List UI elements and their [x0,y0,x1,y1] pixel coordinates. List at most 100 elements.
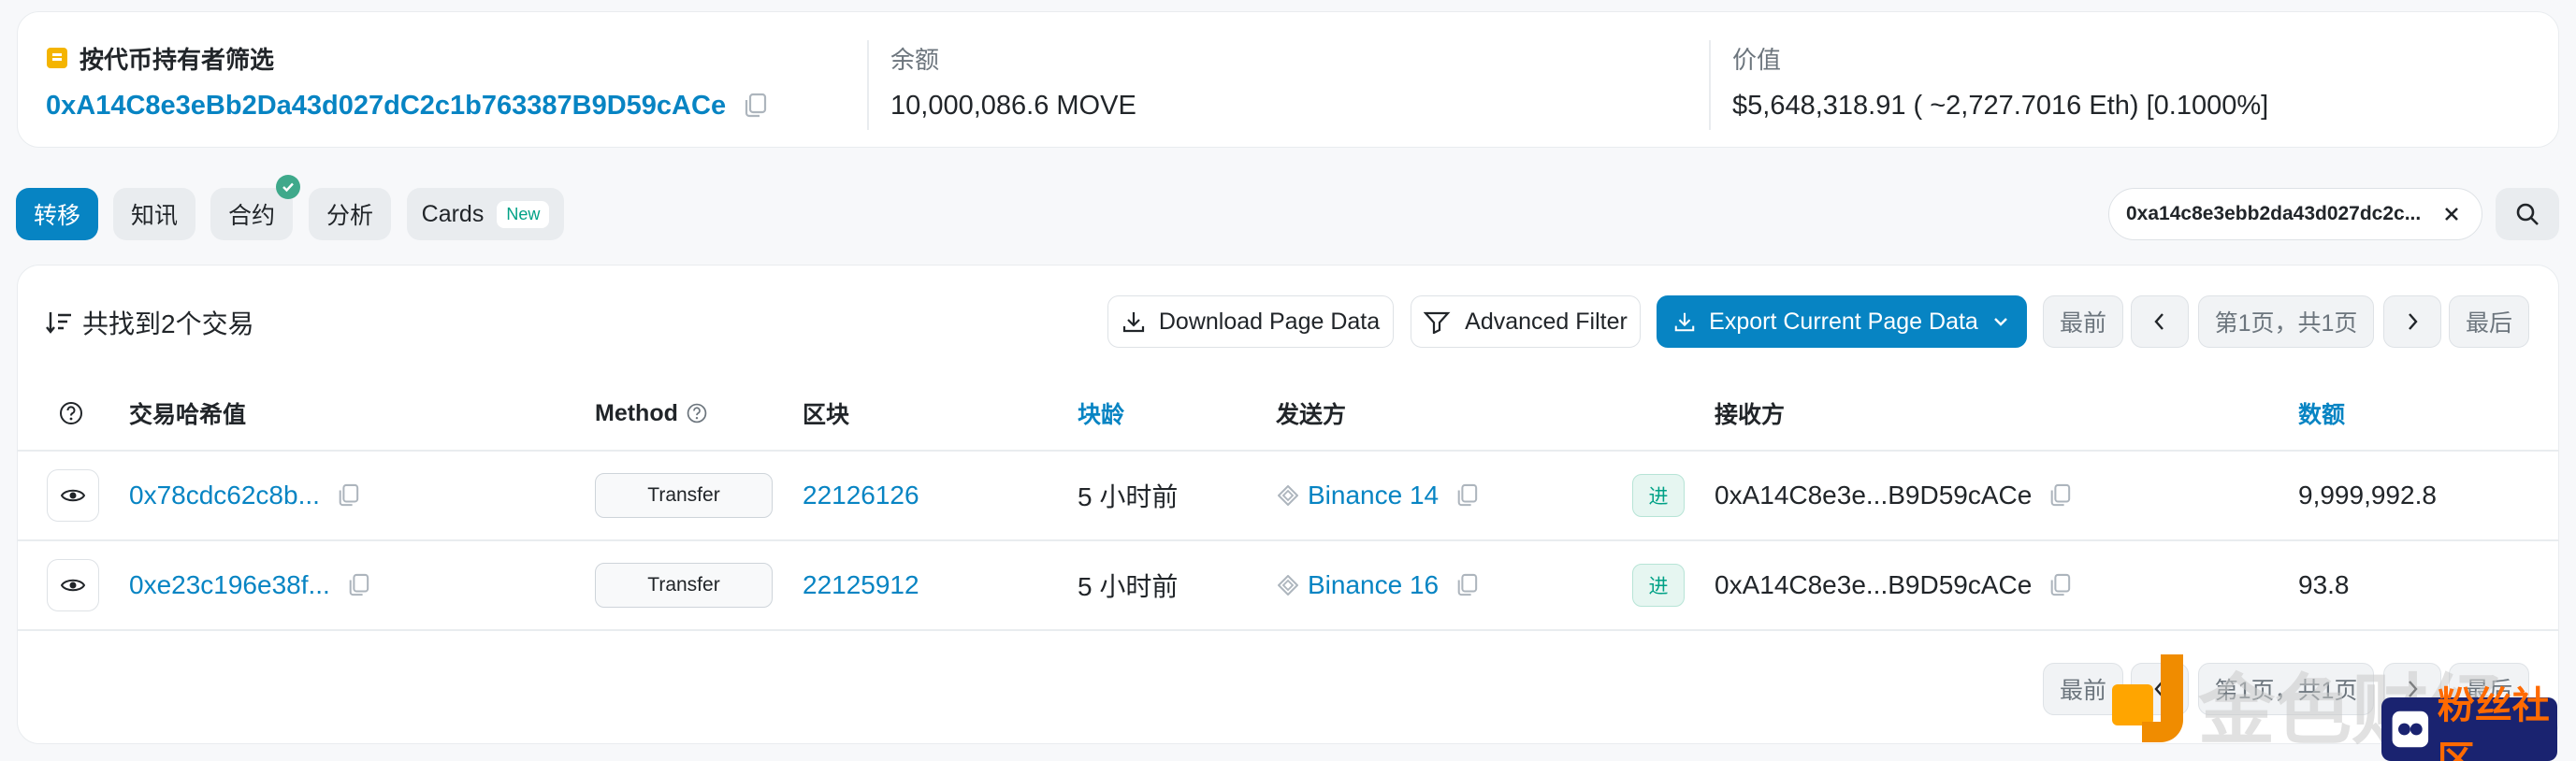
copy-icon[interactable] [337,483,359,508]
contract-icon [1278,485,1298,506]
tab-label: 转移 [33,203,80,229]
column-header-amount[interactable]: 数额 [2298,397,2345,429]
from-cell: Binance 16 [1278,567,1478,604]
from-link[interactable]: Binance 14 [1308,481,1439,510]
tab-info[interactable]: 知讯 [113,188,195,240]
first-label: 最前 [2059,310,2106,337]
eye-icon [61,577,85,594]
first-page-button[interactable]: 最前 [2043,295,2123,348]
amount-cell: 9,999,992.8 [2298,481,2437,510]
download-page-data-button[interactable]: Download Page Data [1107,295,1394,348]
watermark: 金色财经 粉丝社区 [2105,643,2576,761]
close-icon[interactable] [2431,194,2472,235]
help-icon [58,400,84,426]
copy-icon[interactable] [347,573,369,597]
holder-filter-section: 按代币持有者筛选 0xA14C8e3eBb2Da43d027dC2c1b7633… [46,40,767,124]
last-label: 最后 [2465,310,2512,337]
copy-icon[interactable] [743,93,767,119]
age-cell: 5 小时前 [1078,572,1179,601]
age-cell: 5 小时前 [1078,482,1179,511]
filter-icon [1424,309,1452,334]
from-cell: Binance 14 [1278,477,1478,514]
divider [18,629,2558,631]
new-badge: New [497,200,550,228]
column-header-method-label: Method [595,399,678,426]
holder-address-row: 0xA14C8e3eBb2Da43d027dC2c1b763387B9D59cA… [46,87,767,124]
table-row-hash: 0x78cdc62c8b... [129,477,359,514]
balance-label: 余额 [890,45,940,74]
help-icon-header[interactable] [58,397,84,429]
column-header-age[interactable]: 块龄 [1078,397,1124,429]
download-label: Download Page Data [1158,308,1381,335]
to-cell: 0xA14C8e3e...B9D59cACe [1715,567,2071,604]
column-header-method: Method [595,397,708,429]
divider [1709,40,1711,130]
tx-hash-link[interactable]: 0xe23c196e38f... [129,570,330,600]
to-cell: 0xA14C8e3e...B9D59cACe [1715,477,2071,514]
block-link[interactable]: 22126126 [803,477,919,514]
token-holder-summary: 按代币持有者筛选 0xA14C8e3eBb2Da43d027dC2c1b7633… [17,11,2559,148]
tab-cards[interactable]: Cards New [407,188,564,240]
advanced-filter-button[interactable]: Advanced Filter [1411,295,1641,348]
download-icon [1673,310,1696,333]
tab-transfers[interactable]: 转移 [16,188,98,240]
tab-analytics[interactable]: 分析 [309,188,391,240]
token-icon [46,47,68,69]
export-page-data-button[interactable]: Export Current Page Data [1657,295,2027,348]
view-details-button[interactable] [47,559,99,611]
holder-filter-label: 按代币持有者筛选 [80,45,275,74]
column-header-block: 区块 [803,402,850,428]
chevron-right-icon [2404,311,2421,332]
search-icon [2515,202,2540,226]
to-address: 0xA14C8e3e...B9D59cACe [1715,570,2033,599]
copy-icon[interactable] [2048,483,2071,508]
direction-in-badge: 进 [1632,474,1685,517]
tab-label: 知讯 [130,203,178,229]
direction-in-badge: 进 [1632,564,1685,607]
view-details-button[interactable] [47,469,99,522]
sort-icon[interactable] [45,309,73,336]
tab-label: 合约 [227,203,275,229]
tab-label: Cards [421,200,485,227]
holder-address-link[interactable]: 0xA14C8e3eBb2Da43d027dC2c1b763387B9D59cA… [46,91,726,122]
copy-icon[interactable] [1455,483,1478,508]
fan-community-icon [2392,711,2429,748]
tab-contract[interactable]: 合约 [210,175,300,240]
export-label: Export Current Page Data [1709,308,1978,335]
contract-icon [1278,575,1298,596]
divider [867,40,869,130]
address-filter-text: 0xa14c8e3ebb2da43d027dc2c... [2126,203,2422,224]
download-icon [1122,309,1146,334]
last-page-button[interactable]: 最后 [2449,295,2529,348]
table-row-hash: 0xe23c196e38f... [129,567,369,604]
copy-icon[interactable] [1455,573,1478,597]
watermark-badge: 粉丝社区 [2381,684,2557,761]
block-link[interactable]: 22125912 [803,567,919,604]
next-page-button[interactable] [2383,295,2441,348]
page-indicator: 第1页，共1页 [2198,295,2374,348]
tab-label: 分析 [326,203,373,229]
method-badge: Transfer [595,473,773,518]
value-section: 价值 $5,648,318.91 ( ~2,727.7016 Eth) [0.1… [1732,40,2268,124]
help-icon[interactable] [686,402,708,424]
filter-label: Advanced Filter [1465,308,1628,335]
balance-section: 余额 10,000,086.6 MOVE [890,40,1136,124]
check-icon [276,175,300,199]
value-label: 价值 [1732,45,1782,74]
amount-cell: 93.8 [2298,570,2350,599]
divider [18,539,2558,541]
column-header-to: 接收方 [1715,402,1786,428]
page-label: 第1页，共1页 [2214,310,2358,337]
chevron-left-icon [2151,311,2168,332]
search-button[interactable] [2496,188,2559,240]
watermark-badge-text: 粉丝社区 [2437,684,2550,761]
from-link[interactable]: Binance 16 [1308,570,1439,600]
found-text: 共找到2个交易 [82,309,254,338]
copy-icon[interactable] [2048,573,2071,597]
prev-page-button[interactable] [2131,295,2189,348]
eye-icon [61,487,85,504]
first-label: 最前 [2059,678,2106,704]
method-badge: Transfer [595,563,773,608]
divider [18,450,2558,452]
tx-hash-link[interactable]: 0x78cdc62c8b... [129,481,320,510]
